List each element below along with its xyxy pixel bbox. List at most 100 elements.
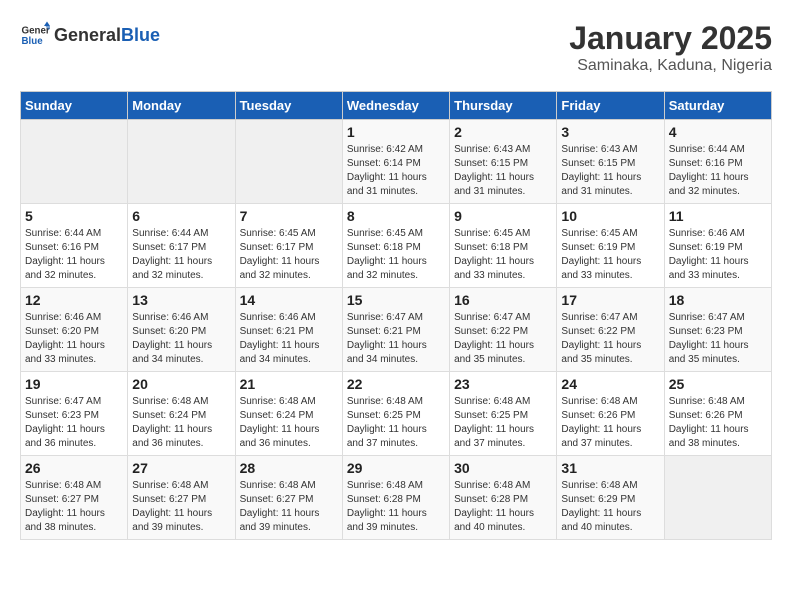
day-cell: 24 Sunrise: 6:48 AM Sunset: 6:26 PM Dayli… — [557, 372, 664, 456]
day-number: 1 — [347, 124, 445, 140]
day-number: 3 — [561, 124, 659, 140]
day-cell: 27Sunrise: 6:48 AM Sunset: 6:27 PM Dayli… — [128, 456, 235, 540]
day-cell — [21, 120, 128, 204]
day-cell: 6Sunrise: 6:44 AM Sunset: 6:17 PM Daylig… — [128, 204, 235, 288]
day-cell: 14 Sunrise: 6:46 AM Sunset: 6:21 PM Dayli… — [235, 288, 342, 372]
day-cell: 2 Sunrise: 6:43 AM Sunset: 6:15 PM Daylig… — [450, 120, 557, 204]
day-info: Sunrise: 6:45 AM Sunset: 6:17 PM Dayligh… — [240, 227, 338, 283]
day-cell: 5 Sunrise: 6:44 AM Sunset: 6:16 PM Daylig… — [21, 204, 128, 288]
day-number: 18 — [669, 292, 767, 308]
day-number: 24 — [561, 376, 659, 392]
day-info: Sunrise: 6:46 AM Sunset: 6:20 PM Dayligh… — [132, 311, 230, 367]
day-header-wednesday: Wednesday — [342, 92, 449, 120]
day-info: Sunrise: 6:47 AM Sunset: 6:23 PM Dayligh… — [25, 395, 123, 451]
day-cell: 9 Sunrise: 6:45 AM Sunset: 6:18 PM Daylig… — [450, 204, 557, 288]
day-info: Sunrise: 6:47 AM Sunset: 6:21 PM Dayligh… — [347, 311, 445, 367]
day-cell — [128, 120, 235, 204]
day-number: 2 — [454, 124, 552, 140]
day-info: Sunrise: 6:43 AM Sunset: 6:15 PM Dayligh… — [561, 143, 659, 199]
day-cell: 7 Sunrise: 6:45 AM Sunset: 6:17 PM Daylig… — [235, 204, 342, 288]
day-info: Sunrise: 6:46 AM Sunset: 6:19 PM Dayligh… — [669, 227, 767, 283]
day-info: Sunrise: 6:45 AM Sunset: 6:18 PM Dayligh… — [347, 227, 445, 283]
day-number: 4 — [669, 124, 767, 140]
day-number: 9 — [454, 208, 552, 224]
day-number: 14 — [240, 292, 338, 308]
day-cell: 23Sunrise: 6:48 AM Sunset: 6:25 PM Dayli… — [450, 372, 557, 456]
day-info: Sunrise: 6:48 AM Sunset: 6:27 PM Dayligh… — [132, 479, 230, 535]
day-number: 30 — [454, 460, 552, 476]
day-cell: 8 Sunrise: 6:45 AM Sunset: 6:18 PM Daylig… — [342, 204, 449, 288]
day-cell — [235, 120, 342, 204]
week-row-2: 5 Sunrise: 6:44 AM Sunset: 6:16 PM Daylig… — [21, 204, 772, 288]
day-number: 21 — [240, 376, 338, 392]
day-info: Sunrise: 6:48 AM Sunset: 6:28 PM Dayligh… — [347, 479, 445, 535]
day-header-saturday: Saturday — [664, 92, 771, 120]
day-cell: 4 Sunrise: 6:44 AM Sunset: 6:16 PM Daylig… — [664, 120, 771, 204]
svg-text:Blue: Blue — [22, 36, 44, 47]
day-number: 19 — [25, 376, 123, 392]
day-header-tuesday: Tuesday — [235, 92, 342, 120]
day-info: Sunrise: 6:48 AM Sunset: 6:26 PM Dayligh… — [669, 395, 767, 451]
day-info: Sunrise: 6:47 AM Sunset: 6:22 PM Dayligh… — [454, 311, 552, 367]
calendar-title: January 2025 — [569, 20, 772, 57]
day-header-thursday: Thursday — [450, 92, 557, 120]
day-number: 5 — [25, 208, 123, 224]
day-info: Sunrise: 6:48 AM Sunset: 6:25 PM Dayligh… — [347, 395, 445, 451]
day-info: Sunrise: 6:48 AM Sunset: 6:27 PM Dayligh… — [25, 479, 123, 535]
day-info: Sunrise: 6:46 AM Sunset: 6:20 PM Dayligh… — [25, 311, 123, 367]
day-cell: 12 Sunrise: 6:46 AM Sunset: 6:20 PM Dayli… — [21, 288, 128, 372]
week-row-5: 26 Sunrise: 6:48 AM Sunset: 6:27 PM Dayli… — [21, 456, 772, 540]
day-number: 13 — [132, 292, 230, 308]
day-cell: 1 Sunrise: 6:42 AM Sunset: 6:14 PM Daylig… — [342, 120, 449, 204]
calendar-table: SundayMondayTuesdayWednesdayThursdayFrid… — [20, 91, 772, 540]
day-cell: 19 Sunrise: 6:47 AM Sunset: 6:23 PM Dayli… — [21, 372, 128, 456]
day-number: 22 — [347, 376, 445, 392]
day-info: Sunrise: 6:45 AM Sunset: 6:18 PM Dayligh… — [454, 227, 552, 283]
day-header-sunday: Sunday — [21, 92, 128, 120]
day-cell: 3 Sunrise: 6:43 AM Sunset: 6:15 PM Daylig… — [557, 120, 664, 204]
day-number: 12 — [25, 292, 123, 308]
day-header-monday: Monday — [128, 92, 235, 120]
day-number: 29 — [347, 460, 445, 476]
week-row-3: 12 Sunrise: 6:46 AM Sunset: 6:20 PM Dayli… — [21, 288, 772, 372]
day-cell: 16 Sunrise: 6:47 AM Sunset: 6:22 PM Dayli… — [450, 288, 557, 372]
day-cell: 30 Sunrise: 6:48 AM Sunset: 6:28 PM Dayli… — [450, 456, 557, 540]
day-info: Sunrise: 6:48 AM Sunset: 6:26 PM Dayligh… — [561, 395, 659, 451]
day-number: 25 — [669, 376, 767, 392]
day-cell: 28Sunrise: 6:48 AM Sunset: 6:27 PM Dayli… — [235, 456, 342, 540]
logo-icon: General Blue — [20, 20, 50, 50]
day-info: Sunrise: 6:44 AM Sunset: 6:16 PM Dayligh… — [25, 227, 123, 283]
day-info: Sunrise: 6:46 AM Sunset: 6:21 PM Dayligh… — [240, 311, 338, 367]
day-header-friday: Friday — [557, 92, 664, 120]
day-info: Sunrise: 6:47 AM Sunset: 6:22 PM Dayligh… — [561, 311, 659, 367]
day-info: Sunrise: 6:42 AM Sunset: 6:14 PM Dayligh… — [347, 143, 445, 199]
day-info: Sunrise: 6:43 AM Sunset: 6:15 PM Dayligh… — [454, 143, 552, 199]
day-cell: 18Sunrise: 6:47 AM Sunset: 6:23 PM Dayli… — [664, 288, 771, 372]
logo: General Blue General Blue — [20, 20, 160, 50]
day-number: 10 — [561, 208, 659, 224]
day-cell: 22 Sunrise: 6:48 AM Sunset: 6:25 PM Dayli… — [342, 372, 449, 456]
day-number: 31 — [561, 460, 659, 476]
day-number: 15 — [347, 292, 445, 308]
day-number: 6 — [132, 208, 230, 224]
day-number: 8 — [347, 208, 445, 224]
day-number: 26 — [25, 460, 123, 476]
title-block: January 2025 Saminaka, Kaduna, Nigeria — [569, 20, 772, 75]
day-number: 7 — [240, 208, 338, 224]
day-info: Sunrise: 6:48 AM Sunset: 6:27 PM Dayligh… — [240, 479, 338, 535]
day-number: 16 — [454, 292, 552, 308]
day-cell: 20Sunrise: 6:48 AM Sunset: 6:24 PM Dayli… — [128, 372, 235, 456]
day-cell: 15 Sunrise: 6:47 AM Sunset: 6:21 PM Dayli… — [342, 288, 449, 372]
day-cell: 25 Sunrise: 6:48 AM Sunset: 6:26 PM Dayli… — [664, 372, 771, 456]
day-cell: 31Sunrise: 6:48 AM Sunset: 6:29 PM Dayli… — [557, 456, 664, 540]
day-number: 23 — [454, 376, 552, 392]
day-info: Sunrise: 6:44 AM Sunset: 6:16 PM Dayligh… — [669, 143, 767, 199]
day-cell — [664, 456, 771, 540]
week-row-1: 1 Sunrise: 6:42 AM Sunset: 6:14 PM Daylig… — [21, 120, 772, 204]
day-info: Sunrise: 6:48 AM Sunset: 6:24 PM Dayligh… — [132, 395, 230, 451]
day-header-row: SundayMondayTuesdayWednesdayThursdayFrid… — [21, 92, 772, 120]
logo-general: General — [54, 25, 121, 45]
day-info: Sunrise: 6:48 AM Sunset: 6:28 PM Dayligh… — [454, 479, 552, 535]
day-cell: 29 Sunrise: 6:48 AM Sunset: 6:28 PM Dayli… — [342, 456, 449, 540]
page-header: General Blue General Blue January 2025 Sa… — [20, 20, 772, 75]
